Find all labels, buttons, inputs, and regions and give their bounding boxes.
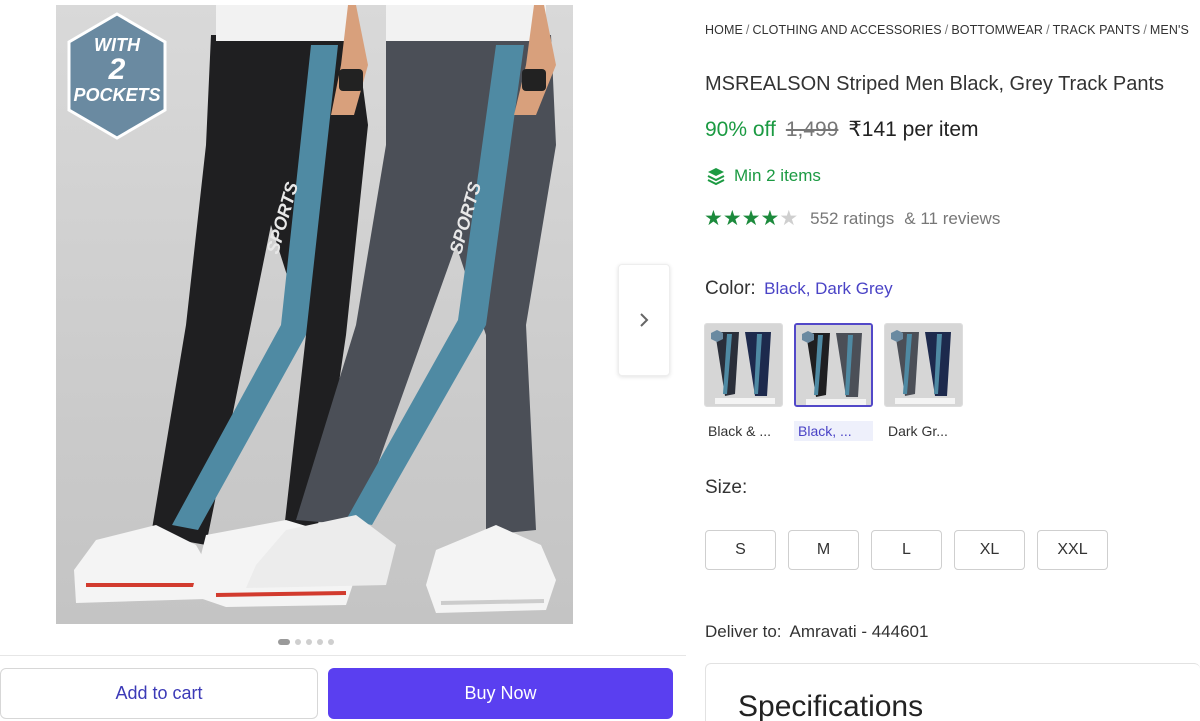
star-icon: ★	[704, 207, 723, 230]
breadcrumb-item[interactable]: HOME	[705, 23, 743, 37]
delivery-location[interactable]: Deliver to: Amravati - 444601	[705, 622, 928, 642]
star-icon: ★	[741, 207, 761, 230]
star-icon: ★	[722, 207, 742, 230]
color-value: Black, Dark Grey	[764, 279, 893, 298]
size-option[interactable]: XXL	[1037, 530, 1108, 570]
breadcrumb-item[interactable]: TRACK PANTS	[1053, 23, 1141, 37]
breadcrumb-item[interactable]: MEN'S	[1150, 23, 1189, 37]
rating-stars: ★ ★ ★ ★ ★	[704, 208, 798, 229]
color-option-label: Black, ...	[794, 421, 873, 441]
star-icon: ★	[760, 207, 780, 230]
breadcrumb: HOME / CLOTHING AND ACCESSORIES / BOTTOMWEAR…	[705, 23, 1189, 37]
color-thumbnail	[884, 323, 963, 407]
action-bar: Add to cart Buy Now	[0, 655, 686, 721]
size-label: Size:	[705, 477, 748, 498]
chevron-right-icon	[640, 313, 649, 327]
badge-line-3: POCKETS	[73, 85, 161, 105]
color-option[interactable]: Black & ...	[704, 323, 783, 441]
product-title: MSREALSON Striped Men Black, Grey Track …	[705, 73, 1165, 95]
color-thumbnail	[794, 323, 873, 407]
color-option-label: Dark Gr...	[888, 423, 948, 439]
specifications-card: Specifications	[705, 663, 1200, 721]
size-option[interactable]: M	[788, 530, 859, 570]
carousel-dot[interactable]	[328, 639, 334, 645]
color-option-selected[interactable]: Black, ...	[794, 323, 873, 441]
review-count[interactable]: & 11 reviews	[904, 209, 1000, 229]
buy-now-button[interactable]: Buy Now	[328, 668, 673, 719]
carousel-dot[interactable]	[295, 639, 301, 645]
badge-line-2: 2	[108, 53, 126, 86]
rating-count[interactable]: 552 ratings	[810, 209, 894, 229]
current-price: ₹141 per item	[848, 118, 979, 141]
size-option[interactable]: XL	[954, 530, 1025, 570]
layers-icon	[707, 168, 725, 186]
min-items-label: Min 2 items	[734, 166, 821, 185]
color-option[interactable]: Dark Gr...	[884, 323, 963, 441]
rating-row: ★ ★ ★ ★ ★ 552 ratings & 11 reviews	[704, 208, 1000, 229]
color-thumbnail	[704, 323, 783, 407]
pocket-badge: WITH 2 POCKETS	[66, 12, 168, 140]
add-to-cart-button[interactable]: Add to cart	[0, 668, 318, 719]
discount-label: 90% off	[705, 118, 776, 141]
delivery-label: Deliver to:	[705, 622, 782, 641]
color-swatches: Black & ... Black, ... Dark Gr...	[704, 323, 963, 441]
original-price: 1,499	[785, 118, 839, 141]
delivery-place: Amravati - 444601	[789, 622, 929, 641]
color-option-label: Black & ...	[708, 423, 772, 439]
size-option[interactable]: S	[705, 530, 776, 570]
min-items: Min 2 items	[706, 166, 821, 186]
breadcrumb-item[interactable]: BOTTOMWEAR	[951, 23, 1043, 37]
carousel-dot[interactable]	[278, 639, 290, 645]
color-row: Color: Black, Dark Grey	[705, 278, 893, 300]
specifications-title: Specifications	[738, 690, 924, 721]
star-empty-icon: ★	[779, 207, 799, 230]
carousel-dot[interactable]	[306, 639, 312, 645]
carousel-dot[interactable]	[317, 639, 323, 645]
badge-line-1: WITH	[94, 35, 140, 55]
carousel-next-button[interactable]	[618, 264, 670, 376]
price-row: 90% off 1,499 ₹141 per item	[705, 117, 979, 142]
color-label: Color:	[705, 278, 756, 299]
breadcrumb-item[interactable]: CLOTHING AND ACCESSORIES	[752, 23, 941, 37]
size-options: S M L XL XXL	[705, 530, 1108, 570]
carousel-dots	[278, 639, 334, 645]
size-option[interactable]: L	[871, 530, 942, 570]
